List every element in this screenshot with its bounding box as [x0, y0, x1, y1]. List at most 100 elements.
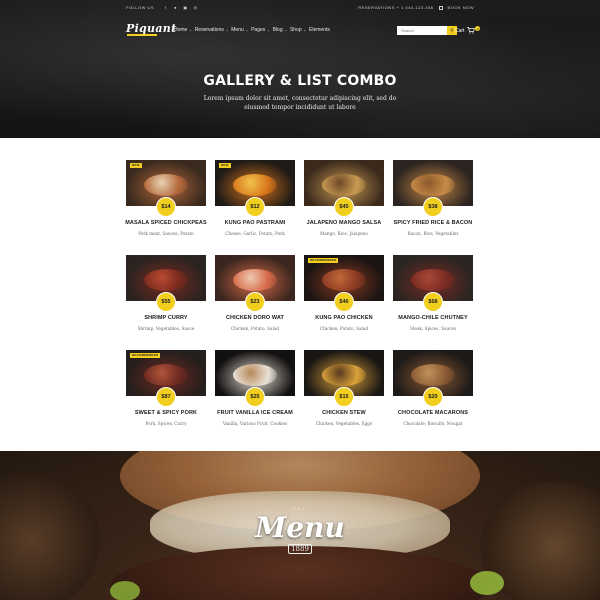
menu-item-ingredients: Pork, Spices, Curry	[145, 421, 187, 426]
twitter-icon[interactable]: ●	[173, 5, 178, 10]
banner-patty	[110, 546, 490, 600]
food-shape	[411, 364, 455, 386]
plus-icon: +	[189, 27, 192, 33]
calendar-icon	[438, 5, 443, 10]
follow-us-label: FOLLOW US	[126, 5, 155, 10]
item-badge: NEW	[219, 163, 231, 168]
tripadvisor-icon[interactable]: ◎	[193, 5, 198, 10]
menu-item-title[interactable]: JALAPENO MANGO SALSA	[294, 220, 394, 226]
menu-item-card[interactable]: NEW $12 KUNG PAO PASTRAMI Cheese, Garlic, P…	[215, 160, 295, 250]
menu-item-card[interactable]: $20 CHOCOLATE MACARONS Chocolate, Biscuits…	[393, 350, 473, 440]
nav-item-menu[interactable]: Menu +	[231, 27, 251, 33]
nav-label: Blog	[272, 27, 283, 33]
menu-item-ingredients: Cheese, Garlic, Potato, Pork	[225, 231, 285, 236]
food-shape	[233, 269, 277, 291]
nav-menu: Home + Reservations + Menu + Pages + Blog + S…	[174, 27, 333, 33]
menu-item-title[interactable]: MANGO-CHILE CHUTNEY	[383, 315, 483, 321]
plus-icon: +	[303, 27, 306, 33]
banner-year-label: 1889	[288, 544, 312, 554]
price-badge: $23	[245, 292, 265, 312]
nav-label: Shop	[289, 27, 302, 33]
nav-label: Menu	[231, 27, 244, 33]
banner-lettuce	[470, 571, 504, 595]
menu-item-card[interactable]: $68 MANGO-CHILE CHUTNEY Steak, Spices, Sau…	[393, 255, 473, 345]
price-badge: $38	[423, 197, 443, 217]
plus-icon: +	[267, 27, 270, 33]
menu-item-title[interactable]: FRUIT VANILLA ICE CREAM	[205, 410, 305, 416]
food-shape	[411, 174, 455, 196]
menu-item-ingredients: Mango, Rice, Jalapeno	[320, 231, 368, 236]
food-shape	[322, 269, 366, 291]
menu-item-title[interactable]: MASALA SPICED CHICKPEAS	[116, 220, 216, 226]
price-badge: $15	[334, 387, 354, 407]
food-shape	[144, 364, 188, 386]
menu-item-title[interactable]: SHRIMP CURRY	[116, 315, 216, 321]
menu-item-card[interactable]: $15 CHICKEN STEW Chicken, Vegetables, Eggs	[304, 350, 384, 440]
menu-item-card[interactable]: $23 CHICKEN DORO WAT Chicken, Potato, Sala…	[215, 255, 295, 345]
search-input[interactable]: Search ⚲	[397, 26, 457, 35]
menu-item-ingredients: Chicken, Vegetables, Eggs	[315, 421, 373, 426]
book-now-link[interactable]: BOOK NOW	[448, 5, 474, 10]
instagram-icon[interactable]: ▣	[183, 5, 188, 10]
price-badge: $20	[423, 387, 443, 407]
cart-icon	[467, 27, 476, 34]
banner-menu-title: Menu	[255, 511, 345, 544]
nav-item-shop[interactable]: Shop +	[290, 27, 309, 33]
menu-item-title[interactable]: KUNG PAO PASTRAMI	[205, 220, 305, 226]
menu-item-card[interactable]: NEW $14 MASALA SPICED CHICKPEAS Pork meat, …	[125, 160, 207, 250]
item-badge: RECOMMENDED	[308, 258, 339, 263]
food-shape	[233, 174, 277, 196]
food-shape	[233, 364, 277, 386]
plus-icon: +	[245, 27, 249, 33]
food-shape	[411, 269, 455, 291]
menu-item-title[interactable]: SPICY FRIED RICE & BACON	[383, 220, 483, 226]
food-shape	[322, 364, 366, 386]
plus-icon: +	[284, 27, 287, 33]
nav-item-blog[interactable]: Blog +	[273, 27, 290, 33]
follow-us: FOLLOW US f ● ▣ ◎	[126, 5, 198, 10]
price-badge: $12	[245, 197, 265, 217]
cart-button[interactable]: Cart 0	[455, 26, 481, 34]
nav-item-reservations[interactable]: Reservations +	[195, 27, 232, 33]
food-shape	[144, 269, 188, 291]
menu-item-ingredients: Shrimp, Vegetables, Sauce	[137, 326, 195, 331]
nav-item-elements[interactable]: Elements	[309, 27, 333, 33]
reservations-phone[interactable]: RESERVATIONS + 1 444-123-456	[358, 5, 433, 10]
menu-item-card[interactable]: $38 SPICY FRIED RICE & BACON Bacon, Rice, …	[393, 160, 473, 250]
menu-item-card[interactable]: $25 FRUIT VANILLA ICE CREAM Vanilla, Vario…	[215, 350, 295, 440]
menu-item-title[interactable]: CHOCOLATE MACARONS	[383, 410, 483, 416]
item-badge: NEW	[130, 163, 142, 168]
price-badge: $46	[334, 292, 354, 312]
main-navigation: Piquant Home + Reservations + Menu + Pages +…	[126, 22, 481, 38]
food-shape	[144, 174, 188, 196]
nav-item-home[interactable]: Home +	[174, 27, 195, 33]
logo-underline	[127, 34, 157, 36]
menu-item-ingredients: Steak, Spices, Sauces	[409, 326, 457, 331]
nav-item-pages[interactable]: Pages +	[251, 27, 273, 33]
menu-item-title[interactable]: SWEET & SPICY PORK	[116, 410, 216, 416]
page-subtitle: Lorem ipsum dolor sit amet, consectetur …	[203, 95, 397, 111]
price-badge: $87	[156, 387, 176, 407]
nav-label: Elements	[309, 27, 330, 33]
facebook-icon[interactable]: f	[163, 5, 168, 10]
price-badge: $25	[245, 387, 265, 407]
menu-item-ingredients: Chocolate, Biscuits, Nougat	[403, 421, 463, 426]
contact-bar: RESERVATIONS + 1 444-123-456 BOOK NOW	[358, 5, 474, 10]
menu-item-title[interactable]: KUNG PAO CHICKEN	[294, 315, 394, 321]
search-placeholder: Search	[401, 28, 414, 33]
nav-label: Pages	[251, 27, 266, 33]
menu-item-card[interactable]: RECOMMENDED $87 SWEET & SPICY PORK Pork, Sp…	[126, 350, 206, 440]
food-shape	[322, 174, 366, 196]
top-bar: FOLLOW US f ● ▣ ◎ RESERVATIONS + 1 444-1…	[0, 5, 600, 13]
menu-item-card[interactable]: RECOMMENDED $46 KUNG PAO CHICKEN Chicken, P…	[304, 255, 384, 345]
menu-item-title[interactable]: CHICKEN DORO WAT	[205, 315, 305, 321]
menu-item-title[interactable]: CHICKEN STEW	[294, 410, 394, 416]
menu-item-ingredients: Vanilla, Various Fruit, Cookies	[222, 421, 288, 426]
menu-item-card[interactable]: $55 SHRIMP CURRY Shrimp, Vegetables, Sauce	[126, 255, 206, 345]
price-badge: $45	[334, 197, 354, 217]
nav-label: Reservations	[194, 27, 224, 33]
menu-item-ingredients: Bacon, Rice, Vegetables	[407, 231, 459, 236]
menu-item-ingredients: Chicken, Potato, Salad	[319, 326, 369, 331]
menu-item-card[interactable]: $45 JALAPENO MANGO SALSA Mango, Rice, Jala…	[304, 160, 384, 250]
hero-header: FOLLOW US f ● ▣ ◎ RESERVATIONS + 1 444-1…	[0, 0, 600, 138]
